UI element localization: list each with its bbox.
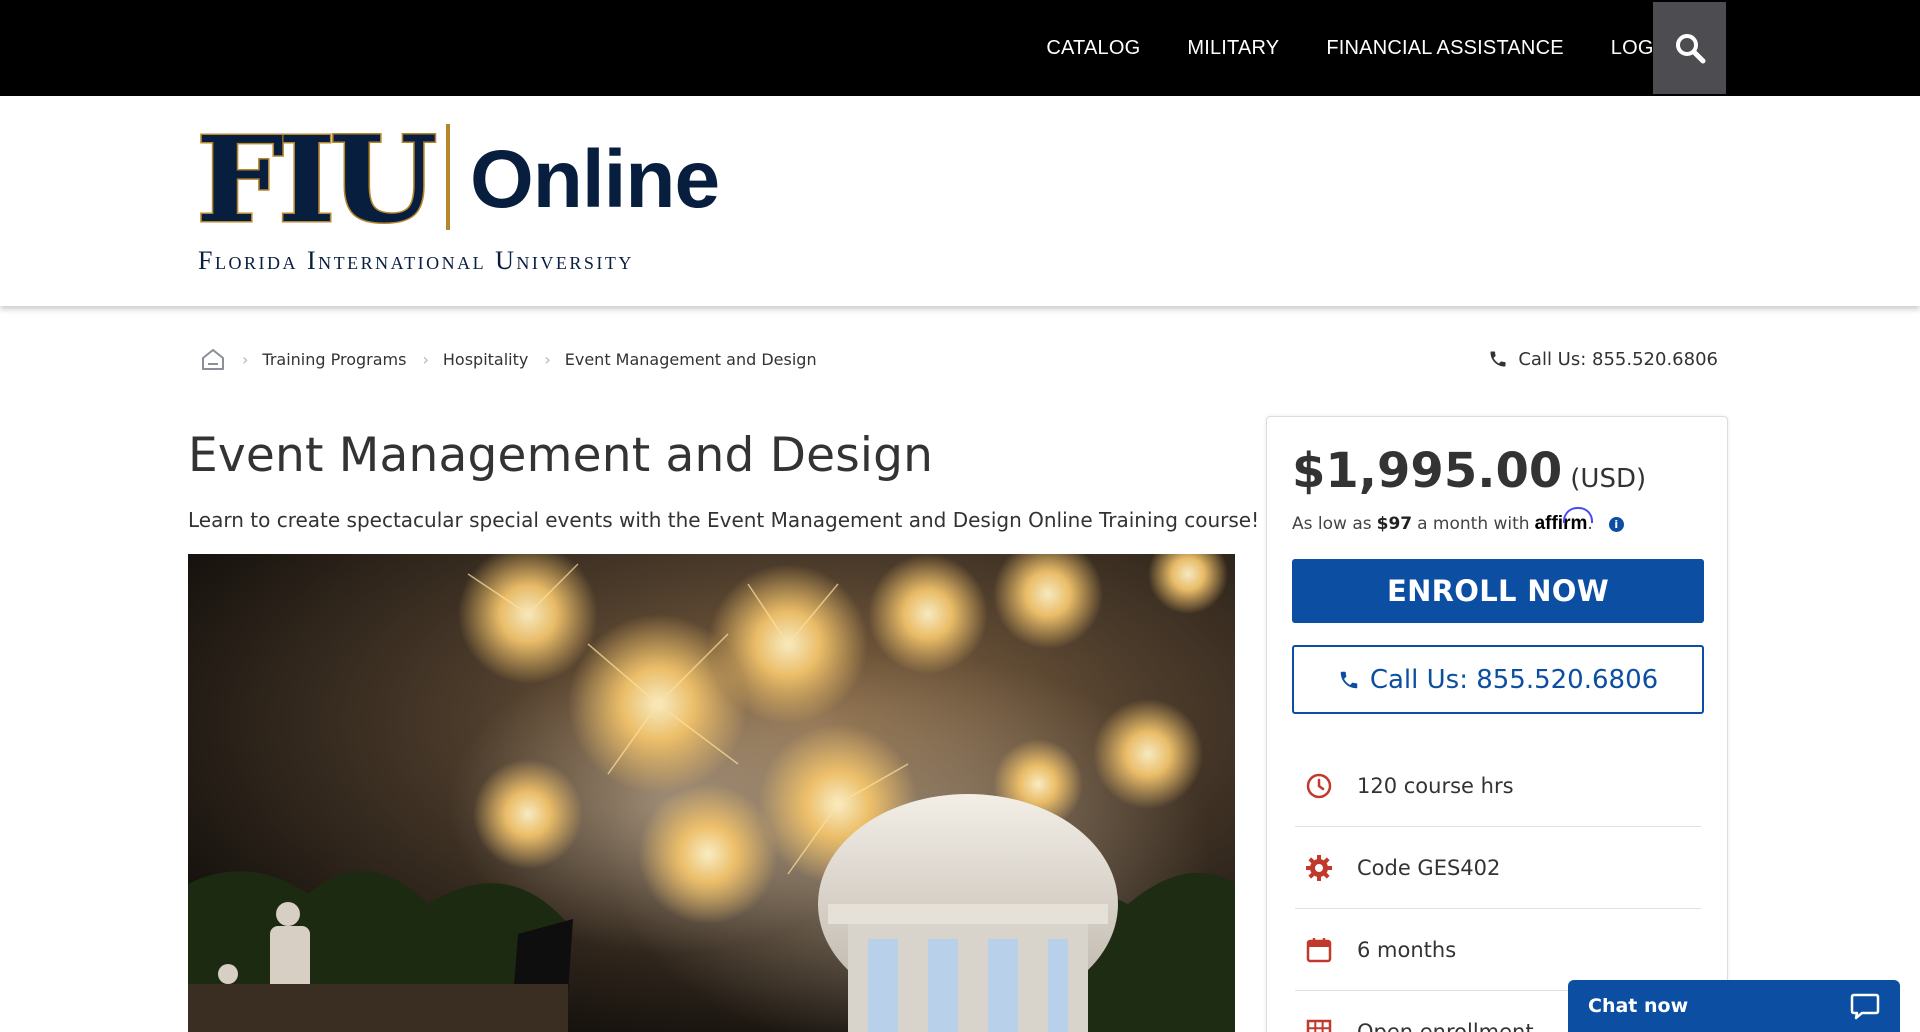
fact-text: 120 course hrs bbox=[1357, 773, 1514, 798]
nav-financial-assistance-link[interactable]: FINANCIAL ASSISTANCE bbox=[1326, 37, 1563, 60]
site-header: FIU Online Florida International Univers… bbox=[0, 96, 1920, 306]
grid-icon bbox=[1303, 1016, 1335, 1032]
breadcrumb: › Training Programs › Hospitality › Even… bbox=[200, 344, 817, 374]
affirm-amount: $97 bbox=[1376, 514, 1413, 534]
course-subtitle: Learn to create spectacular special even… bbox=[188, 508, 1260, 532]
chat-bubble-icon bbox=[1850, 993, 1880, 1020]
nav-military-link[interactable]: MILITARY bbox=[1187, 37, 1279, 60]
enroll-now-button[interactable]: ENROLL NOW bbox=[1292, 559, 1704, 623]
affirm-logo: affirm bbox=[1534, 507, 1594, 534]
fact-duration: 6 months bbox=[1295, 909, 1701, 991]
enrollment-card: $1,995.00 (USD) As low as $97 a month wit… bbox=[1266, 416, 1728, 1032]
home-icon[interactable] bbox=[200, 346, 226, 372]
affirm-prefix: As low as bbox=[1292, 514, 1372, 534]
fact-course-hours: 120 course hrs bbox=[1295, 745, 1701, 827]
calendar-icon bbox=[1303, 934, 1335, 966]
top-navigation-bar: CATALOG MILITARY FINANCIAL ASSISTANCE LO… bbox=[0, 0, 1920, 96]
info-icon[interactable]: i bbox=[1608, 516, 1624, 532]
breadcrumb-hospitality[interactable]: Hospitality bbox=[443, 350, 528, 369]
course-price: $1,995.00 (USD) bbox=[1292, 443, 1646, 499]
call-us-button-label: Call Us: 855.520.6806 bbox=[1369, 664, 1659, 695]
chevron-right-icon: › bbox=[242, 349, 249, 369]
search-icon bbox=[1675, 34, 1705, 64]
logo-mark: FIU bbox=[194, 110, 439, 249]
price-amount: $1,995.00 bbox=[1292, 443, 1563, 499]
logo-divider bbox=[446, 124, 450, 230]
breadcrumb-training-programs[interactable]: Training Programs bbox=[262, 350, 406, 369]
fact-text: Open enrollment bbox=[1357, 1020, 1534, 1032]
chevron-right-icon: › bbox=[544, 349, 551, 369]
clock-icon bbox=[1303, 770, 1335, 802]
phone-icon bbox=[1340, 671, 1358, 688]
chat-now-label: Chat now bbox=[1588, 995, 1689, 1017]
chat-now-widget[interactable]: Chat now bbox=[1568, 980, 1900, 1032]
fiu-online-logo[interactable]: FIU Online Florida International Univers… bbox=[194, 110, 720, 280]
logo-university-name: Florida International University bbox=[198, 246, 634, 275]
course-hero-image bbox=[188, 554, 1235, 1032]
breadcrumb-current-course[interactable]: Event Management and Design bbox=[565, 350, 817, 369]
phone-icon bbox=[1490, 351, 1506, 367]
nav-catalog-link[interactable]: CATALOG bbox=[1046, 37, 1140, 60]
call-us-header-text: Call Us: 855.520.6806 bbox=[1518, 348, 1718, 370]
chevron-right-icon: › bbox=[422, 349, 429, 369]
logo-product: Online bbox=[470, 134, 720, 225]
top-nav-menu: CATALOG MILITARY FINANCIAL ASSISTANCE LO… bbox=[999, 0, 1674, 96]
call-us-button[interactable]: Call Us: 855.520.6806 bbox=[1292, 645, 1704, 714]
fact-text: Code GES402 bbox=[1357, 855, 1501, 880]
fireworks-photo bbox=[188, 554, 1235, 1032]
fact-course-code: Code GES402 bbox=[1295, 827, 1701, 909]
fact-text: 6 months bbox=[1357, 937, 1457, 962]
call-us-header-link[interactable]: Call Us: 855.520.6806 bbox=[1488, 344, 1718, 374]
price-currency: (USD) bbox=[1570, 464, 1647, 494]
affirm-financing-note: As low as $97 a month with affirm. i bbox=[1292, 507, 1624, 535]
search-button[interactable] bbox=[1653, 2, 1726, 94]
affirm-suffix: a month with bbox=[1417, 514, 1530, 534]
page-title: Event Management and Design bbox=[188, 428, 934, 483]
gear-icon bbox=[1303, 852, 1335, 884]
